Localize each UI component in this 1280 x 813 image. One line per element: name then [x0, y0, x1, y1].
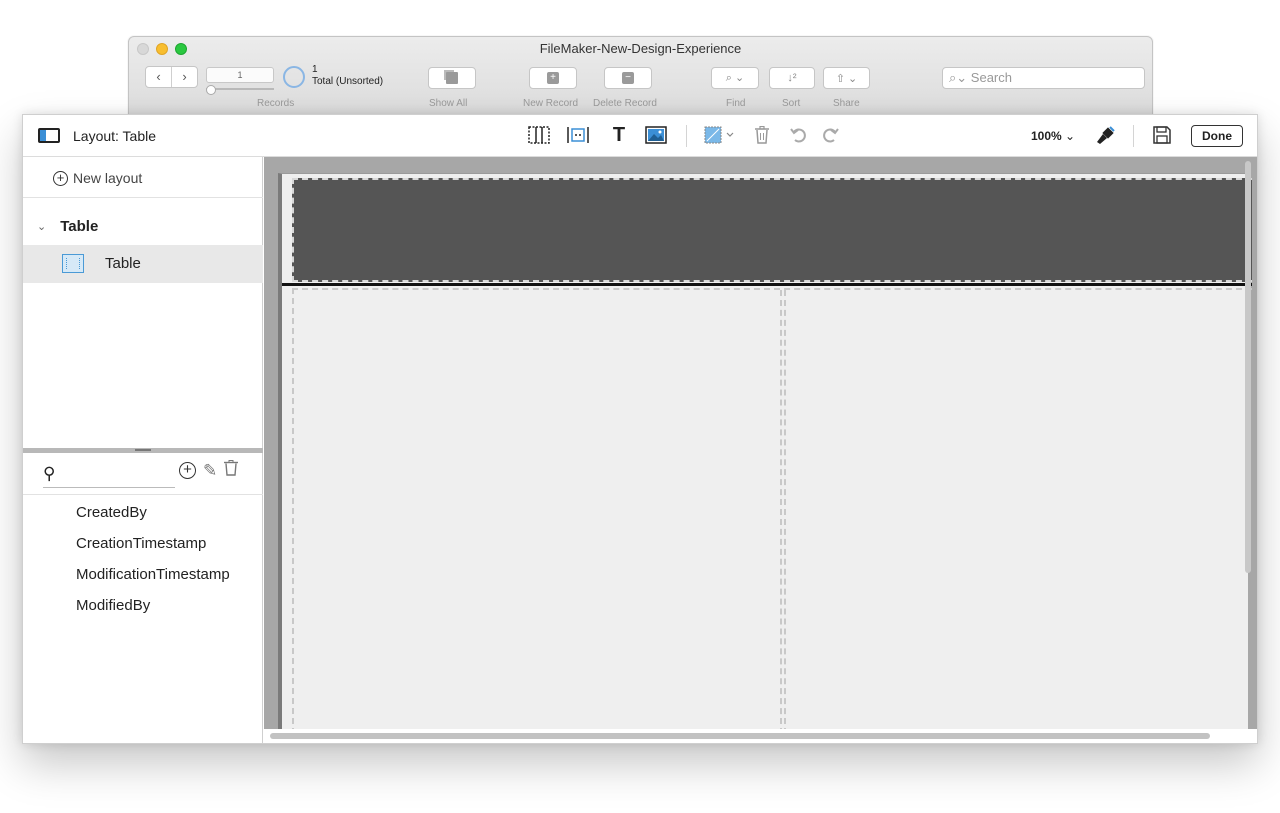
records-label: Records — [257, 98, 295, 109]
delete-record-label: Delete Record — [593, 98, 657, 109]
layout-item-label: Table — [105, 255, 141, 272]
layouts-sidebar: + New layout ⌄ Table Table ⚲ + ✎ Created… — [23, 157, 263, 743]
chevron-down-icon[interactable]: ⌄ — [37, 220, 46, 233]
vertical-scrollbar[interactable] — [1245, 161, 1251, 573]
format-painter-icon[interactable] — [1094, 125, 1116, 145]
layout-page[interactable] — [278, 173, 1252, 734]
portal-tool-icon[interactable] — [566, 125, 590, 145]
done-button[interactable]: Done — [1191, 125, 1243, 147]
find-button[interactable]: ⌕ ⌄ — [711, 67, 759, 89]
sidebar-toggle-icon[interactable] — [38, 128, 60, 143]
found-set-pie-icon — [283, 66, 305, 88]
new-layout-button[interactable]: + New layout — [53, 170, 142, 186]
field-tool-icon[interactable] — [527, 125, 551, 145]
field-tools: + ✎ — [179, 460, 239, 481]
layout-title: Layout: Table — [73, 128, 157, 144]
search-icon: ⌕⌄ — [949, 70, 971, 85]
field-item[interactable]: CreationTimestamp — [76, 533, 230, 564]
search-placeholder: Search — [970, 70, 1012, 85]
fill-color-icon[interactable] — [703, 125, 739, 145]
field-item[interactable]: CreatedBy — [76, 502, 230, 533]
add-field-icon[interactable]: + — [179, 462, 196, 479]
sort-button[interactable]: ↓² — [769, 67, 815, 89]
record-count: 1 Total (Unsorted) — [312, 64, 383, 88]
magnifier-icon: ⌕ ⌄ — [725, 72, 745, 84]
next-record-button[interactable]: › — [172, 67, 197, 87]
field-list: CreatedBy CreationTimestamp Modification… — [76, 502, 230, 626]
sort-label: Sort — [782, 98, 801, 109]
zoom-menu[interactable]: 100% ⌄ — [1031, 129, 1075, 143]
layout-toolbar: Layout: Table T 100% ⌄ Done — [23, 115, 1257, 157]
search-input[interactable]: ⌕⌄ Search — [942, 67, 1145, 89]
sidebar-divider — [23, 197, 263, 198]
horizontal-scroll-track — [264, 729, 1257, 743]
sort-icon: ↓² — [787, 72, 797, 84]
part-boundary[interactable] — [282, 283, 1252, 286]
field-item[interactable]: ModificationTimestamp — [76, 564, 230, 595]
show-all-icon — [446, 72, 458, 84]
image-tool-icon[interactable] — [644, 125, 668, 145]
layout-icon — [62, 254, 84, 273]
show-all-label: Show All — [429, 98, 468, 109]
share-button[interactable]: ⇧ ⌄ — [823, 67, 870, 89]
delete-record-button[interactable]: − — [604, 67, 652, 89]
column-divider[interactable] — [780, 290, 786, 734]
search-icon: ⚲ — [43, 464, 56, 483]
edit-pencil-icon[interactable]: ✎ — [203, 461, 217, 481]
delete-field-trash-icon[interactable] — [224, 460, 239, 481]
show-all-button[interactable] — [428, 67, 476, 89]
record-count-status: Total (Unsorted) — [312, 76, 384, 87]
record-count-number: 1 — [312, 64, 318, 75]
window-title: FileMaker-New-Design-Experience — [539, 41, 742, 56]
field-list-divider — [23, 494, 263, 495]
layout-group-label: Table — [60, 218, 99, 235]
save-icon[interactable] — [1151, 125, 1173, 145]
chevron-down-icon: ⌄ — [1061, 129, 1076, 143]
share-label: Share — [833, 98, 860, 109]
new-record-label: New Record — [523, 98, 579, 109]
share-icon: ⇧ ⌄ — [835, 72, 858, 85]
header-part[interactable] — [292, 178, 1252, 282]
undo-icon[interactable] — [789, 125, 809, 145]
minus-square-icon: − — [622, 72, 634, 84]
find-label: Find — [726, 98, 746, 109]
body-part[interactable] — [292, 288, 1252, 734]
layout-canvas[interactable] — [264, 157, 1257, 743]
current-record-field[interactable]: 1 — [206, 67, 274, 83]
new-layout-label: New layout — [73, 170, 143, 186]
horizontal-scrollbar[interactable] — [270, 733, 1210, 739]
add-circle-icon: + — [53, 170, 68, 186]
plus-square-icon: + — [547, 72, 559, 84]
field-search-input[interactable]: ⚲ — [43, 462, 175, 488]
toolbar-separator — [686, 125, 687, 147]
toolbar-separator-2 — [1133, 125, 1134, 147]
sidebar-splitter[interactable] — [23, 448, 263, 453]
record-navigation: ‹ › — [145, 66, 198, 88]
record-slider[interactable] — [206, 85, 274, 95]
zoom-level: 100% — [1031, 129, 1062, 143]
new-record-button[interactable]: + — [529, 67, 577, 89]
layout-item-table[interactable]: Table — [23, 245, 263, 283]
layout-group-table[interactable]: ⌄ Table — [37, 218, 98, 235]
redo-icon[interactable] — [820, 125, 840, 145]
text-tool-icon[interactable]: T — [609, 124, 629, 146]
layout-mode-window: Layout: Table T 100% ⌄ Done + New layout… — [22, 114, 1258, 744]
field-item[interactable]: ModifiedBy — [76, 595, 230, 626]
trash-icon[interactable] — [753, 125, 771, 145]
previous-record-button[interactable]: ‹ — [146, 67, 172, 87]
